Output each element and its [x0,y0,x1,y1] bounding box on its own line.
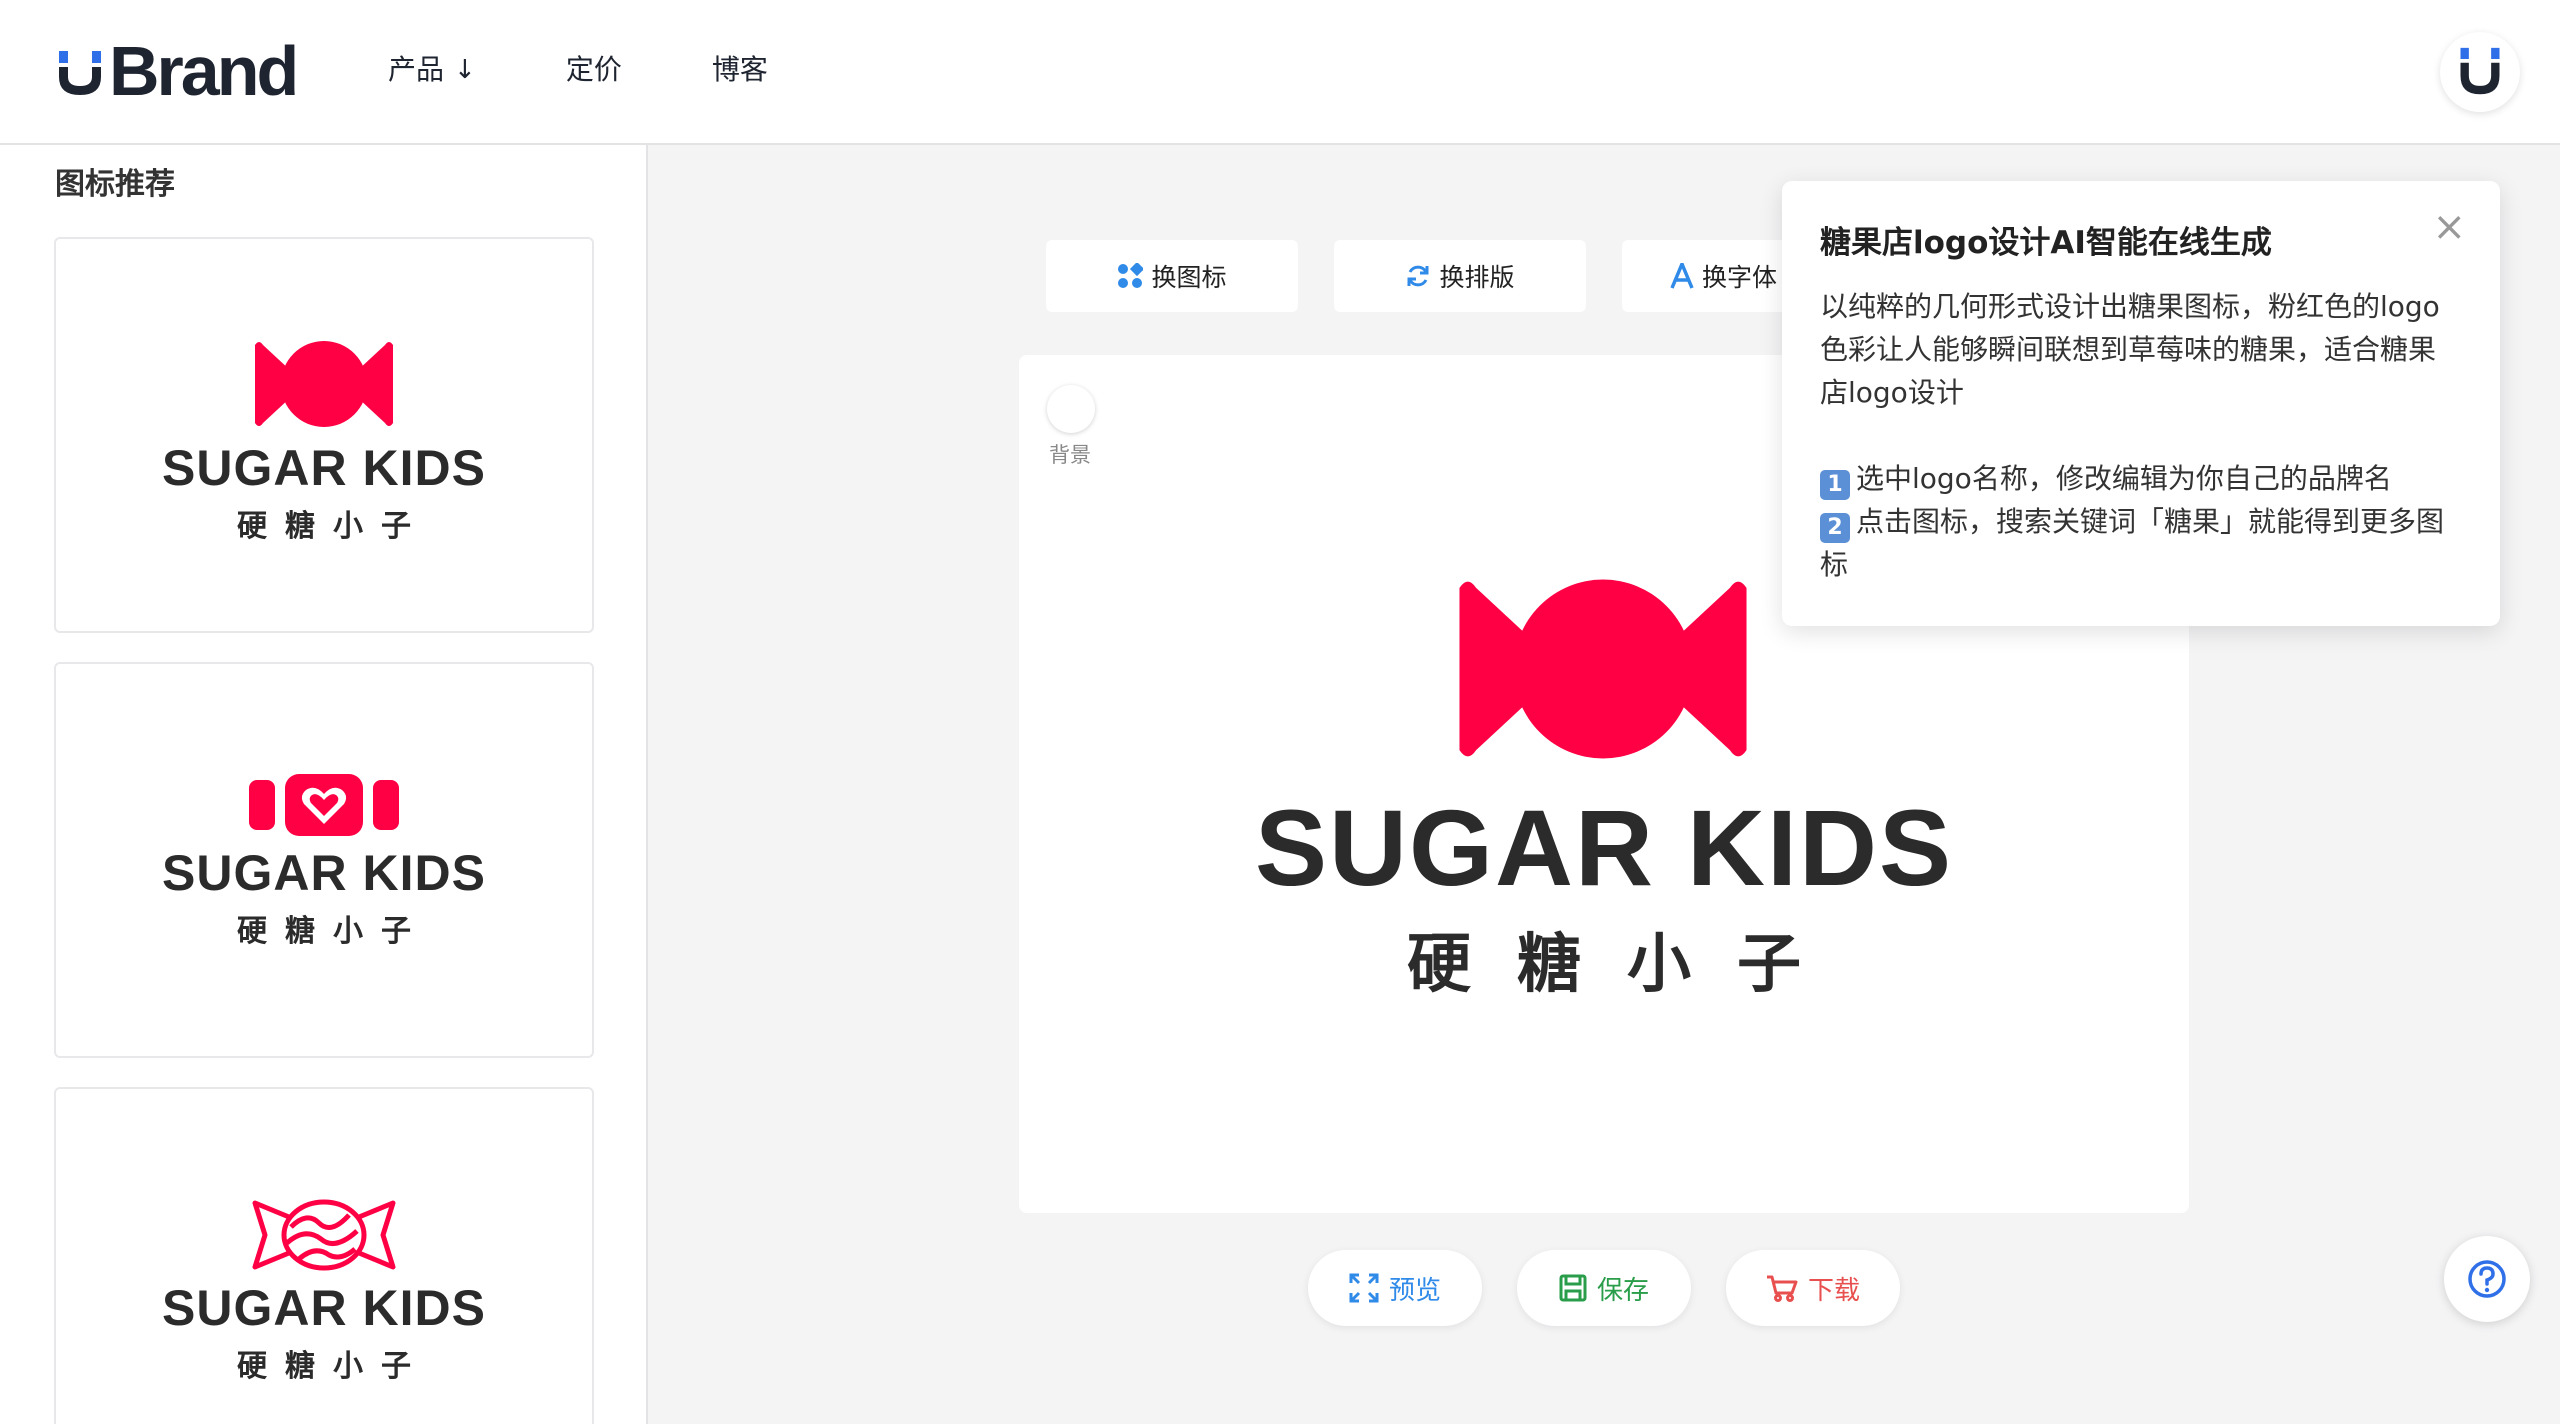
guide-tooltip: × 糖果店logo设计AI智能在线生成 以纯粹的几何形式设计出糖果图标，粉红色的… [1782,181,2500,626]
candy-heart-icon [249,774,399,836]
change-icon-button[interactable]: 换图标 [1046,240,1298,312]
candy-bowtie-icon[interactable] [1447,575,1759,763]
tooltip-title: 糖果店logo设计AI智能在线生成 [1820,225,2272,261]
top-header: Brand 产品 ↓ 定价 博客 [0,0,2560,145]
brand-wordmark: Brand [109,32,299,110]
save-disk-icon [1559,1274,1587,1302]
candy-bowtie-icon [255,341,393,427]
step-text: 点击图标，搜索关键词「糖果」就能得到更多图标 [1820,505,2445,581]
nav-item-pricing[interactable]: 定价 [566,50,622,90]
logo-name-text[interactable]: SUGAR KIDS [1019,785,2189,910]
logo-name-text: SUGAR KIDS [162,845,486,901]
logo-card[interactable]: SUGAR KIDS 硬糖小子 [54,662,594,1058]
nav-item-product[interactable]: 产品 ↓ [388,50,476,90]
recommend-sidebar[interactable]: 图标推荐 SUGAR KIDS 硬糖小子 SUGAR KIDS 硬糖小子 SUG… [0,145,648,1424]
download-button[interactable]: 下载 [1726,1250,1900,1326]
change-font-label: 换字体 [1702,263,1778,292]
change-layout-label: 换排版 [1439,263,1515,292]
nav-item-label: 定价 [565,53,622,86]
sidebar-title: 图标推荐 [55,167,175,202]
save-button[interactable]: 保存 [1517,1250,1691,1326]
avatar-mark-icon [2460,47,2500,95]
step-number-badge: 1 [1820,470,1850,500]
logo-sub-text[interactable]: 硬糖小子 [1019,913,2189,1005]
change-icon-label: 换图标 [1151,263,1227,292]
main-nav: 产品 ↓ 定价 博客 [388,50,858,90]
dots-grid-icon [1117,263,1144,289]
logo-sub-text: 硬糖小子 [237,509,429,544]
download-label: 下载 [1807,1275,1860,1306]
font-a-icon [1670,263,1694,289]
logo-name-text: SUGAR KIDS [162,1280,486,1336]
refresh-icon [1405,263,1431,289]
change-font-button[interactable]: 换字体 [1622,240,1782,312]
brand-mark-icon [59,51,101,95]
tooltip-step-2: 2 点击图标，搜索关键词「糖果」就能得到更多图标 [1820,500,2462,586]
tooltip-step-1: 1 选中logo名称，修改编辑为你自己的品牌名 [1820,457,2462,500]
change-layout-button[interactable]: 换排版 [1334,240,1586,312]
preview-label: 预览 [1388,1275,1441,1306]
candy-wrapped-icon [252,1199,396,1271]
close-icon[interactable]: × [2432,207,2466,247]
preview-button[interactable]: 预览 [1308,1250,1482,1326]
tooltip-description: 以纯粹的几何形式设计出糖果图标，粉红色的logo色彩让人能够瞬间联想到草莓味的糖… [1820,290,2440,409]
background-label: 背景 [1049,443,1091,467]
help-button[interactable] [2444,1236,2530,1322]
step-number-badge: 2 [1820,513,1850,543]
nav-item-label: 产品 [388,53,445,86]
cart-icon [1766,1274,1798,1302]
background-color-toggle[interactable] [1047,385,1095,433]
arrow-down-icon: ↓ [454,55,476,85]
logo-card[interactable]: SUGAR KIDS 硬糖小子 [54,237,594,633]
logo-name-text: SUGAR KIDS [162,440,486,496]
expand-icon [1349,1273,1379,1303]
logo-sub-text: 硬糖小子 [237,914,429,949]
logo-sub-text: 硬糖小子 [237,1349,429,1384]
user-avatar[interactable] [2440,32,2520,112]
question-circle-icon [2468,1260,2506,1298]
step-text: 选中logo名称，修改编辑为你自己的品牌名 [1856,462,2392,495]
logo-card[interactable]: SUGAR KIDS 硬糖小子 [54,1087,594,1424]
brand-logo[interactable]: Brand [55,32,299,110]
nav-item-blog[interactable]: 博客 [712,50,768,90]
nav-item-label: 博客 [711,53,768,86]
save-label: 保存 [1596,1275,1649,1306]
